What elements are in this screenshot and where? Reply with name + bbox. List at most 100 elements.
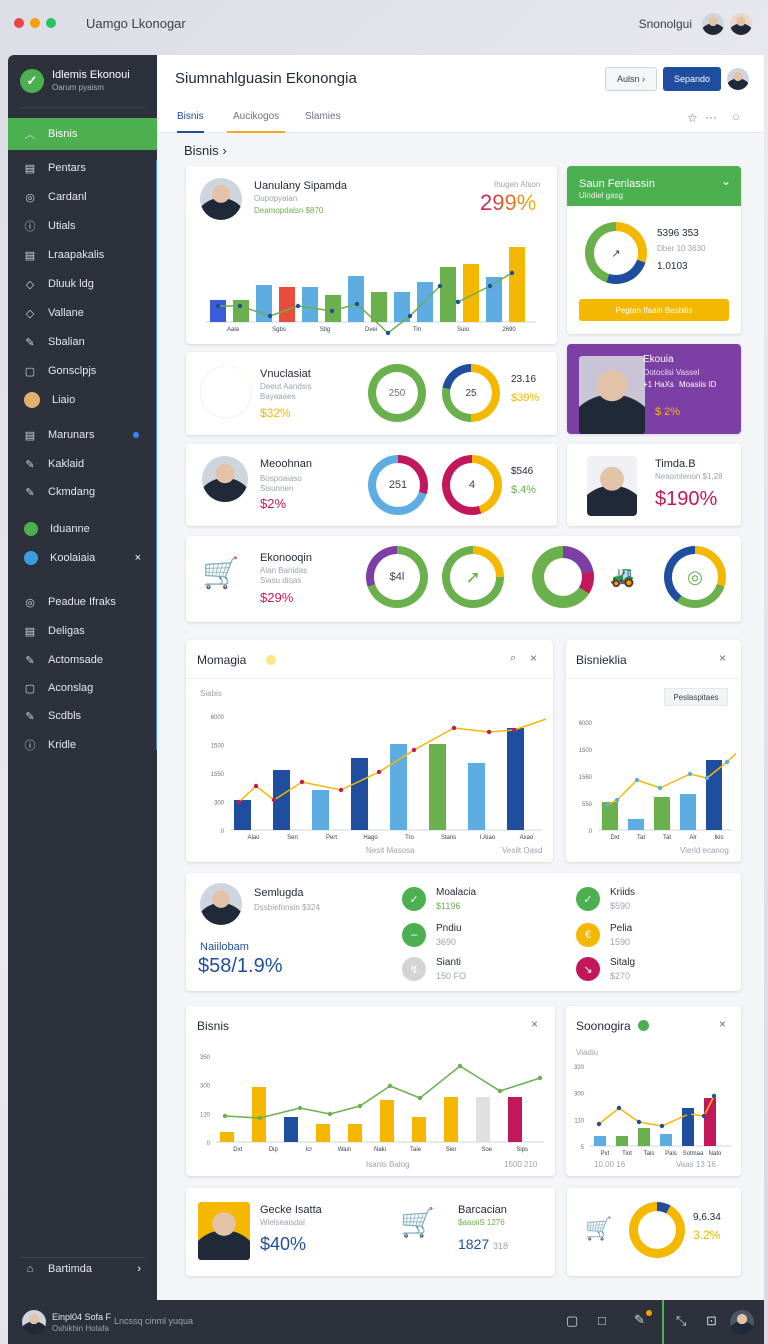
primary-button[interactable]: Sepando (663, 67, 721, 91)
trend-point (509, 270, 515, 276)
sidebar-item-sbalian[interactable]: ✎ Sbalian (8, 329, 157, 355)
sidebar-item-koolaiaia[interactable]: Koolaiaia × (8, 545, 157, 571)
sidebar-item-label: Lraapakalis (48, 249, 105, 261)
x-tick-label: I.Alao (480, 835, 496, 841)
stats-item[interactable]: ✓ Kriids $590 (576, 885, 726, 915)
bar (706, 760, 722, 830)
stats-item[interactable]: € Pelia 1590 (576, 921, 726, 951)
chevron-down-icon[interactable]: ⌄ (721, 174, 731, 188)
sidebar-item-actomsade[interactable]: ✎ Actomsade (8, 647, 157, 673)
sidebar-item-gonsclpjs[interactable]: ▢ Gonsclpjs (8, 358, 157, 384)
x-tick-label: Tro (405, 835, 414, 841)
stats-item[interactable]: ✓ Moalacia $1196 (402, 885, 552, 915)
window-icon[interactable]: □ (598, 1313, 606, 1328)
more-icon[interactable]: ··· (705, 110, 717, 124)
trend-point (299, 779, 305, 785)
filter-button[interactable]: Peslaspitaes (664, 688, 728, 706)
card-subtitle: Bospoaiaso (260, 474, 302, 483)
search-icon[interactable]: ⌕ (510, 652, 516, 665)
bar (476, 1097, 490, 1142)
stats-item-value: $1196 (436, 901, 461, 911)
trend-point (537, 1075, 543, 1081)
sidebar-item-scdbls[interactable]: ✎ Scdbls (8, 703, 157, 729)
status-avatar[interactable] (22, 1310, 46, 1334)
stats-item[interactable]: ↯ Sianti 150 FO (402, 955, 552, 985)
x-tick-label: Hago (363, 835, 378, 841)
sidebar-item-bisnis[interactable]: ︿ Bisnis (8, 118, 157, 150)
trend-point (253, 783, 259, 789)
status-icon: ↘ (576, 957, 600, 981)
target-icon (24, 551, 38, 565)
notification-icon[interactable]: ✎ (634, 1312, 645, 1328)
secondary-avatar[interactable] (730, 13, 752, 35)
circle-icon[interactable]: ○ (732, 109, 740, 124)
header-avatar[interactable] (727, 68, 749, 90)
card-subtitle: Deeut Aandsis (260, 382, 312, 391)
minimize-window-button[interactable] (30, 18, 40, 28)
close-icon[interactable]: × (531, 1017, 538, 1031)
window-controls[interactable] (14, 18, 56, 28)
summary-action-button[interactable]: Pegtan Ifaain Besbilis (579, 299, 729, 321)
trend-point (407, 313, 413, 319)
brand[interactable]: ✓ Idlemis Ekonoui Oarum pyaism (20, 69, 130, 93)
sidebar-item-iduanne[interactable]: Iduanne (8, 516, 157, 542)
status-user-org: Oshikhin Hotafa (52, 1324, 109, 1333)
tab-aucikogos[interactable]: Aucikogos (233, 111, 279, 133)
fullscreen-icon[interactable]: ⊡ (706, 1313, 717, 1329)
trend-line (598, 1095, 715, 1127)
close-icon[interactable]: × (719, 1017, 726, 1031)
close-icon[interactable]: × (530, 651, 537, 665)
status-user-name: Einpl04 Sofa F (52, 1312, 112, 1322)
chart-footer: 1500 210 (504, 1160, 538, 1169)
sidebar-footer-item[interactable]: ⌂ Bartimda › (8, 1256, 157, 1282)
bar (348, 1124, 362, 1142)
status-bar: Einpl04 Sofa F Oshikhin Hotafa Lncssq ci… (8, 1300, 764, 1344)
sidebar-item-kaklaid[interactable]: ✎ Kaklaid (8, 451, 157, 477)
trend-point (376, 769, 382, 775)
secondary-button[interactable]: Aulsn › (605, 67, 657, 91)
x-tick-label: Tals (644, 1151, 655, 1157)
x-tick-label: 2690 (502, 327, 516, 333)
sidebar-item-kridle[interactable]: ⓘ Kridle (8, 732, 157, 758)
maximize-window-button[interactable] (46, 18, 56, 28)
sidebar-item-lraapakalis[interactable]: ▤ Lraapakalis (8, 242, 157, 268)
sidebar-item-vallane[interactable]: ◇ Vallane (8, 300, 157, 326)
sidebar-item-ckmdang[interactable]: ✎ Ckmdang (8, 479, 157, 505)
close-icon[interactable]: × (135, 552, 141, 564)
status-avatar-right[interactable] (730, 1310, 754, 1334)
close-window-button[interactable] (14, 18, 24, 28)
trend-point (659, 1123, 665, 1129)
sidebar-item-aconslag[interactable]: ▢ Aconslag (8, 675, 157, 701)
tab-slamies[interactable]: Slamies (305, 111, 341, 133)
cart-value-sub: 318 (493, 1241, 509, 1251)
sidebar-item-label: Koolaiaia (50, 552, 96, 564)
stats-item[interactable]: ↘ Sitalg $270 (576, 955, 726, 985)
bar (628, 819, 644, 830)
trend-point (357, 1103, 363, 1109)
metrics-card-1: 300 Vnuclasiat Deeut Aandsis Bayaaaes $3… (186, 352, 557, 435)
chart-label: Viadiu (576, 1048, 599, 1057)
sidebar-item-marunars[interactable]: ▤ Marunars (8, 422, 157, 448)
sidebar-item-dluuk-ldg[interactable]: ◇ Dluuk ldg (8, 271, 157, 297)
sidebar-item-peadue-ifraks[interactable]: ◎ Peadue Ifraks (8, 589, 157, 615)
sidebar-item-liaio[interactable]: Liaio (8, 387, 157, 413)
sidebar-item-utials[interactable]: ⓘ Utials (8, 213, 157, 239)
stats-item[interactable]: – Pndiu 3690 (402, 921, 552, 951)
sidebar-item-pentars[interactable]: ▤ Pentars (8, 155, 157, 181)
shield-icon: ◇ (25, 278, 35, 291)
trend-point (497, 1088, 503, 1094)
expand-icon[interactable]: ⤡ (676, 1313, 686, 1329)
sidebar-item-deligas[interactable]: ▤ Deligas (8, 618, 157, 644)
user-avatar[interactable] (702, 13, 724, 35)
edit-icon[interactable]: ▢ (566, 1313, 578, 1329)
star-icon[interactable]: ☆ (687, 111, 698, 125)
x-tick-label: Pals (665, 1151, 677, 1157)
card-percentage: $40% (260, 1234, 307, 1254)
person-name: Semlugda (254, 887, 304, 899)
breadcrumb[interactable]: Bisnis › (184, 143, 227, 158)
sidebar-item-cardanl[interactable]: ◎ Cardanl (8, 184, 157, 210)
page-header: Siumnahlguasin Ekonongia Aulsn › Sepando (157, 55, 764, 105)
tab-bisnis[interactable]: Bisnis (177, 111, 204, 133)
close-icon[interactable]: × (719, 651, 726, 665)
page-title: Siumnahlguasin Ekonongia (175, 70, 357, 87)
